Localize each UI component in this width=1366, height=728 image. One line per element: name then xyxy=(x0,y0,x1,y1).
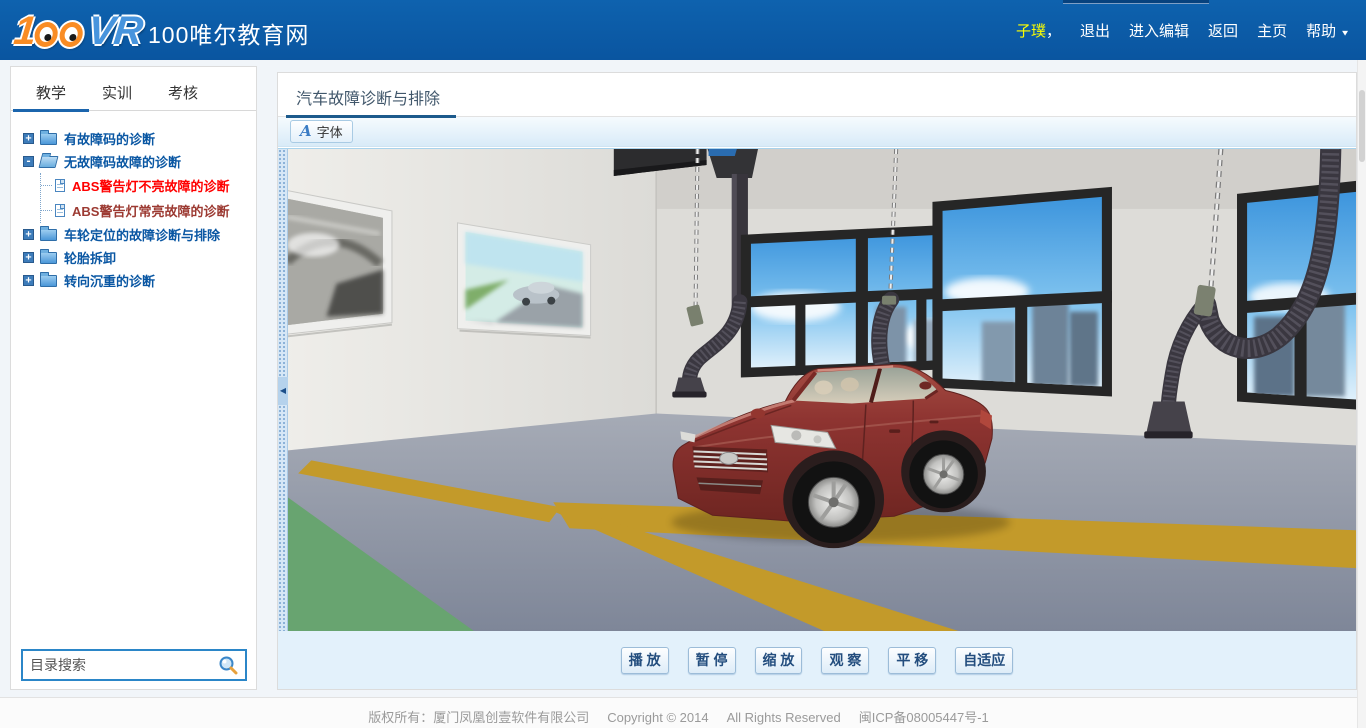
sidebar-tab-教学[interactable]: 教学 xyxy=(23,82,79,110)
tree-expander-icon[interactable]: + xyxy=(23,252,34,263)
page: 1 VR 100唯尔教育网 子璞 ， 退出进入编辑返回主页帮助▼ 教学实训考核 … xyxy=(0,0,1366,728)
tree-folder-row[interactable]: + 转向沉重的诊断 xyxy=(23,269,250,292)
viewer-control-bar: 播 放暂 停缩 放观 察平 移自适应 xyxy=(278,631,1356,689)
tree-leaf-row[interactable]: ABS警告灯常亮故障的诊断 xyxy=(41,198,250,223)
observe-button[interactable]: 观 察 xyxy=(821,647,869,674)
user-separator: ， xyxy=(1046,20,1061,41)
sidebar-splitter[interactable]: ◀ xyxy=(278,149,288,633)
search-input[interactable] xyxy=(30,657,218,673)
tree-children: ABS警告灯不亮故障的诊断 ABS警告灯常亮故障的诊断 xyxy=(40,173,250,223)
footer-text: All Rights Reserved xyxy=(727,710,841,725)
tree-folder-label: 转向沉重的诊断 xyxy=(64,271,155,290)
pan-button[interactable]: 平 移 xyxy=(888,647,936,674)
tree-folder-row[interactable]: + 有故障码的诊断 xyxy=(23,127,250,150)
folder-icon xyxy=(40,275,57,287)
user-name[interactable]: 子璞 xyxy=(1016,20,1046,41)
footer-copyright: 版权所有：厦门凤凰创壹软件有限公司 Copyright © 2014 All Rig… xyxy=(0,697,1357,728)
folder-icon xyxy=(40,252,57,264)
collapse-arrow-icon[interactable]: ◀ xyxy=(278,377,288,405)
sidebar-tab-考核[interactable]: 考核 xyxy=(155,82,211,110)
tree-expander-icon[interactable]: + xyxy=(23,133,34,144)
garage-3d-viewport[interactable]: ◀ xyxy=(278,148,1356,633)
sidebar-tab-实训[interactable]: 实训 xyxy=(89,82,145,110)
font-button[interactable]: A 字体 xyxy=(290,120,353,143)
enter-edit-link[interactable]: 进入编辑 xyxy=(1129,20,1189,41)
course-tree: + 有故障码的诊断 - 无故障码故障的诊断 ABS警告灯不亮故障的诊断 ABS警告灯常亮故… xyxy=(11,111,256,292)
tree-leaf-row[interactable]: ABS警告灯不亮故障的诊断 xyxy=(41,173,250,198)
scrollbar-thumb[interactable] xyxy=(1359,90,1365,162)
logout-link[interactable]: 退出 xyxy=(1080,20,1110,41)
folder-icon xyxy=(40,133,57,145)
font-A-icon: A xyxy=(300,124,312,139)
home-link[interactable]: 主页 xyxy=(1257,20,1287,41)
site-logo[interactable]: 1 VR xyxy=(12,9,145,54)
folder-icon xyxy=(39,156,59,168)
logo-100-text: 1 xyxy=(12,9,87,54)
play-button[interactable]: 播 放 xyxy=(621,647,669,674)
header-bar: 1 VR 100唯尔教育网 子璞 ， 退出进入编辑返回主页帮助▼ xyxy=(0,0,1366,60)
tree-folder-row[interactable]: + 轮胎拆卸 xyxy=(23,246,250,269)
tree-folder-label: 轮胎拆卸 xyxy=(64,248,116,267)
help-link[interactable]: 帮助▼ xyxy=(1306,20,1350,41)
site-title: 100唯尔教育网 xyxy=(148,16,309,50)
footer-text: 闽ICP备08005447号-1 xyxy=(859,710,989,725)
logo-eye-icon xyxy=(59,22,85,47)
tree-leaf-label: ABS警告灯不亮故障的诊断 xyxy=(72,176,229,195)
tree-folder-label: 无故障码故障的诊断 xyxy=(64,152,181,171)
catalog-search-box xyxy=(21,649,247,681)
chevron-down-icon: ▼ xyxy=(1340,29,1350,38)
document-icon xyxy=(55,179,65,192)
tree-leaf-label: ABS警告灯常亮故障的诊断 xyxy=(72,201,229,220)
tree-folder-row[interactable]: - 无故障码故障的诊断 xyxy=(23,150,250,173)
logo-vr-text: VR xyxy=(86,9,144,54)
picture-frame-headlight xyxy=(278,188,392,338)
tree-folder-row[interactable]: + 车轮定位的故障诊断与排除 xyxy=(23,223,250,246)
back-link[interactable]: 返回 xyxy=(1208,20,1238,41)
pause-button[interactable]: 暂 停 xyxy=(688,647,736,674)
main-panel: 汽车故障诊断与排除 A 字体 xyxy=(277,72,1357,690)
page-scrollbar[interactable] xyxy=(1357,60,1366,728)
window-right-center xyxy=(932,187,1111,397)
course-sidebar: 教学实训考核 +有故障码的诊断-无故障码故障的诊断ABS警告灯不亮故障的诊断AB… xyxy=(10,66,257,690)
magnifier-icon[interactable] xyxy=(218,655,238,675)
content-tab[interactable]: 汽车故障诊断与排除 xyxy=(296,85,440,109)
fit-button[interactable]: 自适应 xyxy=(955,647,1013,674)
footer-text: 版权所有：厦门凤凰创壹软件有限公司 xyxy=(368,710,589,725)
content-tab-underline xyxy=(286,115,456,118)
content-tab-row: 汽车故障诊断与排除 xyxy=(278,73,1356,117)
tree-expander-icon[interactable]: + xyxy=(23,275,34,286)
document-icon xyxy=(55,204,65,217)
garage-3d-scene[interactable] xyxy=(278,149,1356,633)
folder-icon xyxy=(40,229,57,241)
header-links: 子璞 ， 退出进入编辑返回主页帮助▼ xyxy=(1016,0,1350,60)
zoom-button[interactable]: 缩 放 xyxy=(755,647,803,674)
tree-folder-label: 有故障码的诊断 xyxy=(64,129,155,148)
font-button-label: 字体 xyxy=(317,122,343,141)
toolbar-row: A 字体 xyxy=(278,117,1356,147)
tree-folder-label: 车轮定位的故障诊断与排除 xyxy=(64,225,220,244)
tree-expander-icon[interactable]: + xyxy=(23,229,34,240)
footer-text: Copyright © 2014 xyxy=(607,710,708,725)
sidebar-tabs: 教学实训考核 xyxy=(11,67,256,111)
tree-expander-icon[interactable]: - xyxy=(23,156,34,167)
window-far-right xyxy=(1237,181,1356,410)
logo-eye-icon xyxy=(34,22,60,47)
